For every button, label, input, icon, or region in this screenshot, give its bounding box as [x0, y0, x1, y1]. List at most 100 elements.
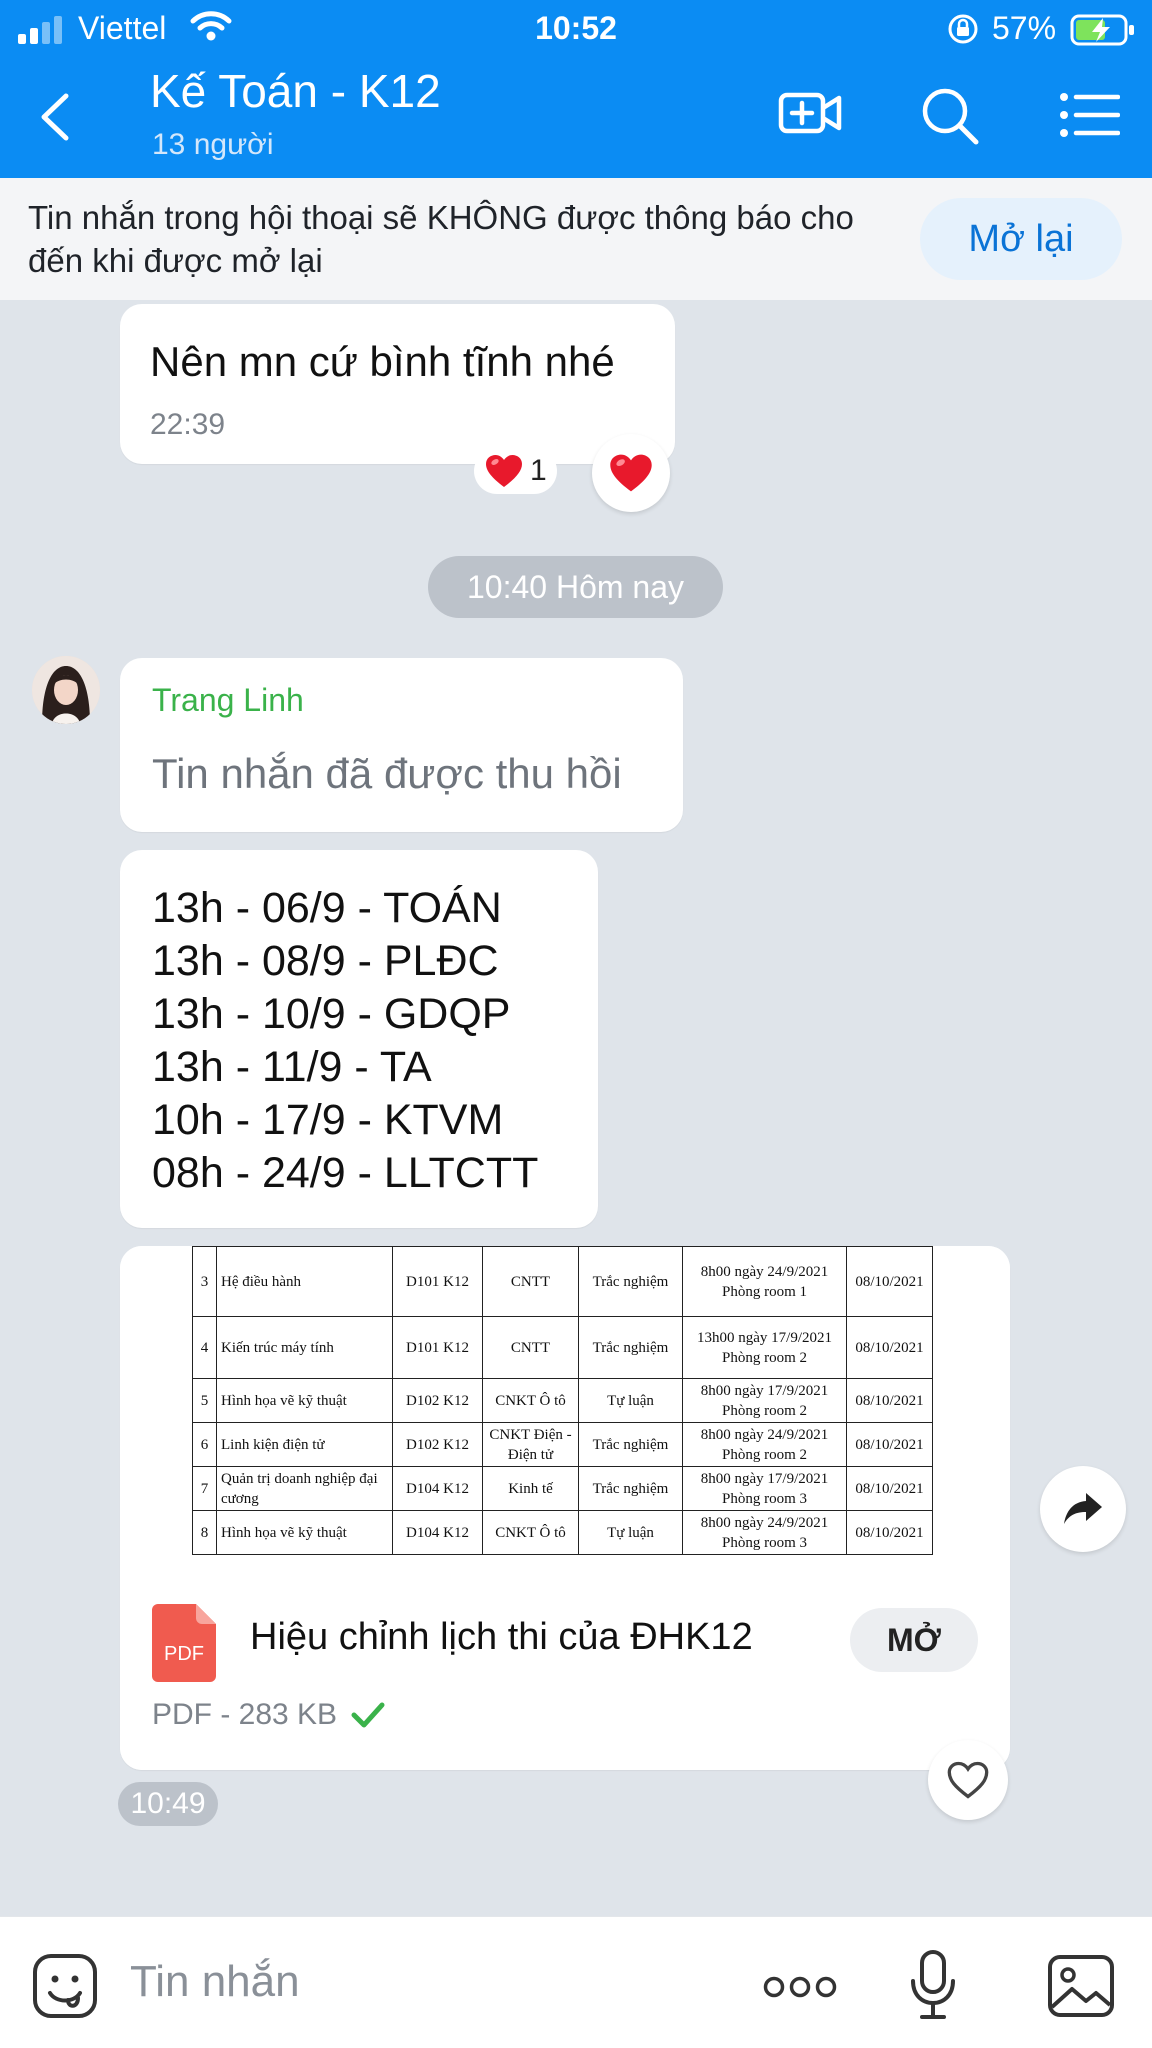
table-row: 4 Kiến trúc máy tính D101 K12 CNTT Trắc … [192, 1316, 933, 1379]
message-bubble[interactable]: 13h - 06/9 - TOÁN 13h - 08/9 - PLĐC 13h … [120, 850, 598, 1228]
table-cell: D101 K12 [392, 1316, 483, 1379]
table-cell: Hình họa vẽ kỹ thuật [216, 1378, 393, 1423]
microphone-icon[interactable] [908, 1949, 958, 2026]
schedule-line: 13h - 10/9 - GDQP [152, 990, 511, 1038]
battery-percent: 57% [992, 10, 1057, 46]
check-icon [351, 1702, 385, 1728]
open-file-button[interactable]: MỞ [850, 1608, 978, 1672]
table-cell: 8h00 ngày 17/9/2021 Phòng room 3 [682, 1466, 847, 1511]
table-cell: 8h00 ngày 17/9/2021 Phòng room 2 [682, 1378, 847, 1423]
table-cell: 7 [192, 1466, 217, 1511]
menu-list-icon[interactable] [1060, 92, 1121, 143]
reopen-button[interactable]: Mở lại [920, 198, 1122, 280]
table-cell: CNKT Ô tô [482, 1510, 579, 1555]
member-count[interactable]: 13 người [152, 128, 274, 162]
table-cell: Kinh tế [482, 1466, 579, 1511]
search-icon[interactable] [920, 86, 980, 151]
pdf-preview[interactable]: 3 Hệ điều hành D101 K12 CNTT Trắc nghiệm… [120, 1246, 1010, 1582]
reaction-summary[interactable]: 1 [474, 448, 557, 494]
pdf-file-icon: PDF [152, 1604, 216, 1682]
schedule-line: 10h - 17/9 - KTVM [152, 1096, 504, 1144]
table-cell: 3 [192, 1246, 217, 1317]
message-time: 22:39 [150, 408, 226, 441]
mute-banner-text: Tin nhắn trong hội thoại sẽ KHÔNG được t… [28, 199, 854, 279]
table-cell: Trắc nghiệm [578, 1422, 683, 1467]
back-button[interactable] [38, 92, 72, 147]
table-cell: Hình họa vẽ kỹ thuật [216, 1510, 393, 1555]
table-cell: D101 K12 [392, 1246, 483, 1317]
table-cell: 08/10/2021 [846, 1378, 933, 1423]
recalled-message-text: Tin nhắn đã được thu hồi [152, 750, 622, 797]
file-message[interactable]: 3 Hệ điều hành D101 K12 CNTT Trắc nghiệm… [120, 1246, 1010, 1770]
avatar[interactable] [32, 656, 100, 724]
file-name[interactable]: Hiệu chỉnh lịch thi của ĐHK12 [250, 1616, 753, 1659]
message-bubble[interactable]: Trang Linh Tin nhắn đã được thu hồi [120, 658, 683, 832]
top-bar: Viettel 10:52 57% Kế Toán - K12 13 người [0, 0, 1152, 178]
table-cell: Trắc nghiệm [578, 1316, 683, 1379]
table-row: 6 Linh kiện điện tử D102 K12 CNKT Điện -… [192, 1422, 933, 1467]
forward-button[interactable] [1040, 1466, 1126, 1552]
table-cell: Quản trị doanh nghiệp đại cương [216, 1466, 393, 1511]
table-cell: D102 K12 [392, 1422, 483, 1467]
more-options-icon[interactable] [762, 1975, 838, 2004]
table-row: 3 Hệ điều hành D101 K12 CNTT Trắc nghiệm… [192, 1246, 933, 1317]
table-cell: 08/10/2021 [846, 1422, 933, 1467]
table-cell: CNKT Điện - Điện tử [482, 1422, 579, 1467]
message-bubble[interactable]: Nên mn cứ bình tĩnh nhé 22:39 [120, 304, 675, 464]
table-cell: Tự luận [578, 1510, 683, 1555]
file-info[interactable]: PDF Hiệu chỉnh lịch thi của ĐHK12 MỞ PDF… [120, 1582, 1010, 1770]
pdf-file-label: PDF [164, 1643, 204, 1665]
table-cell: CNTT [482, 1316, 579, 1379]
table-cell: D104 K12 [392, 1510, 483, 1555]
schedule-line: 13h - 11/9 - TA [152, 1043, 432, 1091]
reaction-count: 1 [530, 454, 547, 487]
message-time: 10:49 [118, 1782, 218, 1826]
heart-icon [610, 454, 652, 492]
table-cell: 6 [192, 1422, 217, 1467]
table-row: 7 Quản trị doanh nghiệp đại cương D104 K… [192, 1466, 933, 1511]
image-gallery-icon[interactable] [1046, 1953, 1116, 2024]
table-cell: D102 K12 [392, 1378, 483, 1423]
table-cell: 08/10/2021 [846, 1316, 933, 1379]
table-cell: 13h00 ngày 17/9/2021 Phòng room 2 [682, 1316, 847, 1379]
table-cell: 8h00 ngày 24/9/2021 Phòng room 1 [682, 1246, 847, 1317]
table-cell: 5 [192, 1378, 217, 1423]
schedule-list: 13h - 06/9 - TOÁN 13h - 08/9 - PLĐC 13h … [152, 882, 538, 1200]
table-cell: 08/10/2021 [846, 1466, 933, 1511]
message-text: Nên mn cứ bình tĩnh nhé [150, 338, 615, 385]
table-cell: 08/10/2021 [846, 1510, 933, 1555]
file-meta: PDF - 283 KB [152, 1698, 385, 1732]
sticker-icon[interactable] [32, 1953, 98, 2024]
table-cell: 8 [192, 1510, 217, 1555]
table-row: 8 Hình họa vẽ kỹ thuật D104 K12 CNKT Ô t… [192, 1510, 933, 1555]
sender-name[interactable]: Trang Linh [152, 682, 304, 719]
message-input[interactable]: Tin nhắn [130, 1957, 300, 2007]
chat-screen: Viettel 10:52 57% Kế Toán - K12 13 người… [0, 0, 1152, 2048]
battery-charging-icon [1070, 14, 1136, 51]
schedule-line: 13h - 06/9 - TOÁN [152, 884, 502, 932]
mute-banner: Tin nhắn trong hội thoại sẽ KHÔNG được t… [0, 178, 1152, 300]
status-bar: Viettel 10:52 57% [0, 0, 1152, 58]
video-call-icon[interactable] [778, 86, 842, 147]
date-divider: 10:40 Hôm nay [428, 556, 723, 618]
table-cell: Hệ điều hành [216, 1246, 393, 1317]
file-size: PDF - 283 KB [152, 1698, 338, 1731]
table-row: 5 Hình họa vẽ kỹ thuật D102 K12 CNKT Ô t… [192, 1378, 933, 1423]
schedule-line: 08h - 24/9 - LLTCTT [152, 1149, 539, 1197]
table-cell: Trắc nghiệm [578, 1466, 683, 1511]
table-cell: Trắc nghiệm [578, 1246, 683, 1317]
table-cell: CNKT Ô tô [482, 1378, 579, 1423]
schedule-line: 13h - 08/9 - PLĐC [152, 937, 499, 985]
chat-title[interactable]: Kế Toán - K12 [150, 64, 441, 118]
table-cell: Tự luận [578, 1378, 683, 1423]
heart-outline-icon [947, 1761, 989, 1799]
table-cell: 08/10/2021 [846, 1246, 933, 1317]
message-composer: Tin nhắn [0, 1916, 1152, 2048]
rotation-lock-icon [946, 12, 980, 51]
table-cell: Linh kiện điện tử [216, 1422, 393, 1467]
react-button[interactable] [592, 434, 670, 512]
like-button[interactable] [928, 1740, 1008, 1820]
heart-icon [486, 455, 522, 487]
table-cell: 8h00 ngày 24/9/2021 Phòng room 3 [682, 1510, 847, 1555]
table-cell: 4 [192, 1316, 217, 1379]
